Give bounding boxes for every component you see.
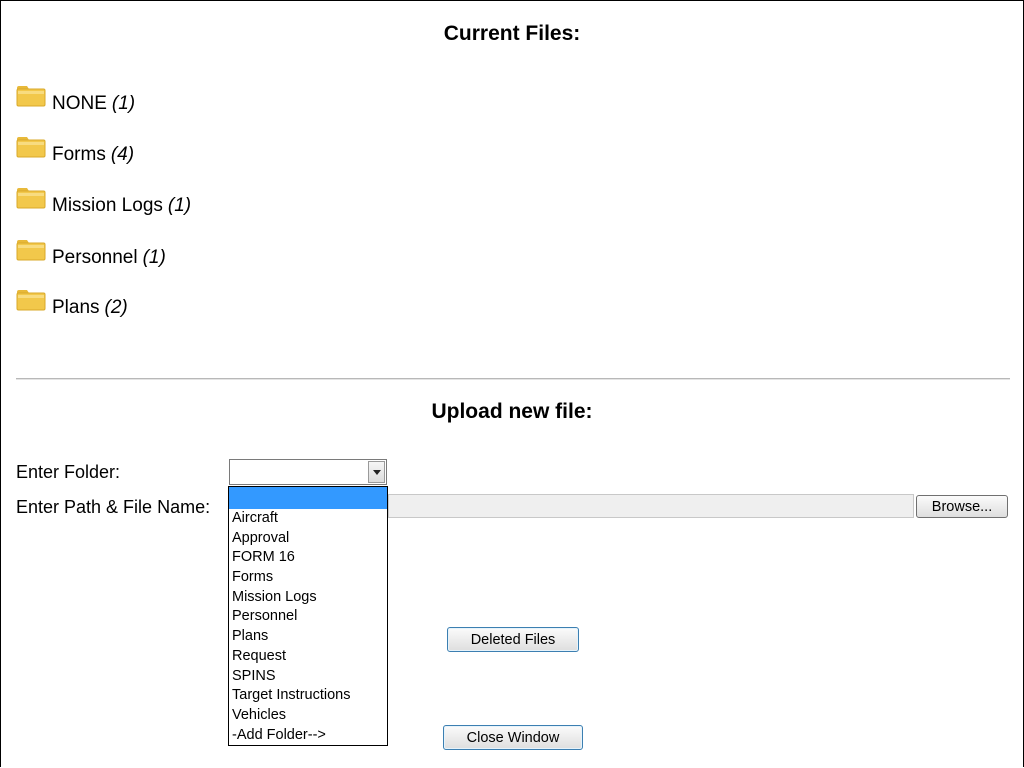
folder-name[interactable]: NONE — [52, 93, 107, 115]
folder-count: (1) — [167, 195, 192, 216]
dropdown-option-mission-logs[interactable]: Mission Logs — [229, 588, 387, 608]
folder-icon — [16, 239, 46, 261]
folder-item-none[interactable]: NONE (1) — [16, 85, 135, 115]
folder-count: (4) — [110, 144, 135, 165]
enter-path-label: Enter Path & File Name: — [16, 497, 211, 517]
dropdown-option-spins[interactable]: SPINS — [229, 667, 387, 687]
dropdown-option-approval[interactable]: Approval — [229, 529, 387, 549]
folder-count: (1) — [142, 247, 166, 268]
folder-name[interactable]: Plans — [52, 297, 100, 319]
folder-count: (2) — [104, 297, 128, 318]
folder-item-plans[interactable]: Plans (2) — [16, 289, 128, 319]
current-files-title: Current Files: — [443, 22, 581, 45]
folder-name[interactable]: Personnel — [52, 247, 138, 269]
dropdown-option-request[interactable]: Request — [229, 647, 387, 667]
dropdown-option-target-instructions[interactable]: Target Instructions — [229, 686, 387, 706]
dropdown-option-forms[interactable]: Forms — [229, 568, 387, 588]
file-path-input[interactable] — [388, 494, 914, 518]
folder-icon — [16, 136, 46, 158]
folder-icon — [16, 187, 46, 209]
dropdown-option-aircraft[interactable]: Aircraft — [229, 509, 387, 529]
section-divider — [16, 378, 1010, 380]
upload-title: Upload new file: — [431, 400, 593, 423]
deleted-files-button[interactable]: Deleted Files — [447, 627, 579, 652]
folder-item-mission-logs[interactable]: Mission Logs (1) — [16, 187, 191, 217]
folder-icon — [16, 289, 46, 311]
dropdown-option-personnel[interactable]: Personnel — [229, 607, 387, 627]
dropdown-option-form-16[interactable]: FORM 16 — [229, 548, 387, 568]
folder-name[interactable]: Mission Logs — [52, 195, 163, 217]
browse-button[interactable]: Browse... — [916, 495, 1008, 518]
dropdown-option-blank[interactable] — [229, 487, 387, 509]
chevron-down-icon[interactable] — [368, 461, 385, 483]
folder-item-forms[interactable]: Forms (4) — [16, 136, 134, 166]
folder-count: (1) — [111, 93, 136, 114]
folder-select[interactable] — [229, 459, 387, 485]
dropdown-option-add-folder[interactable]: -Add Folder--> — [229, 726, 387, 746]
enter-folder-label: Enter Folder: — [16, 462, 121, 482]
close-window-button[interactable]: Close Window — [443, 725, 583, 750]
folder-name[interactable]: Forms — [52, 144, 106, 166]
folder-icon — [16, 85, 46, 107]
folder-dropdown-list: Aircraft Approval FORM 16 Forms Mission … — [228, 486, 388, 746]
folder-item-personnel[interactable]: Personnel (1) — [16, 239, 166, 269]
dropdown-option-vehicles[interactable]: Vehicles — [229, 706, 387, 726]
dropdown-option-plans[interactable]: Plans — [229, 627, 387, 647]
